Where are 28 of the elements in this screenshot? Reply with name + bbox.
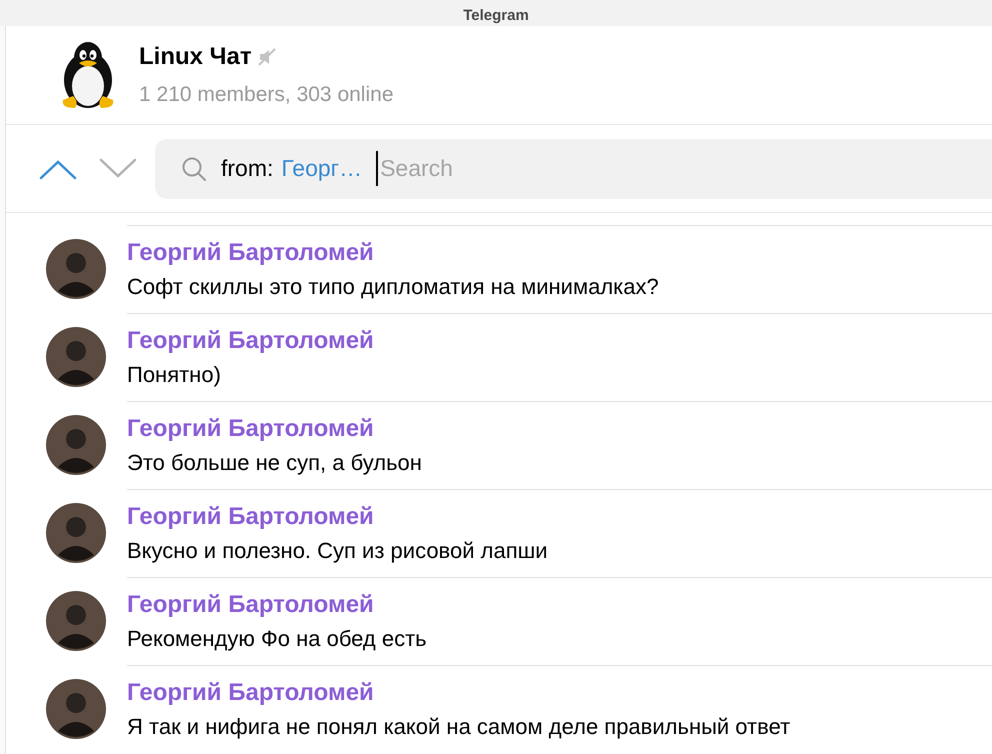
- user-avatar: [46, 503, 106, 563]
- search-field[interactable]: from: Георг… Search: [155, 138, 992, 198]
- message-text: Рекомендую Фо на обед есть: [127, 624, 428, 652]
- user-avatar: [46, 415, 106, 475]
- user-avatar: [46, 327, 106, 387]
- window-title: Telegram: [463, 6, 529, 26]
- search-input[interactable]: Search: [376, 151, 992, 186]
- member-count: 1 210 members, 303 online: [139, 82, 394, 108]
- user-avatar: [46, 679, 106, 739]
- search-icon: [181, 156, 207, 182]
- message-text: Это больше не суп, а бульон: [127, 448, 423, 476]
- chevron-up-icon: [39, 158, 77, 180]
- message-author[interactable]: Георгий Бартоломей: [127, 678, 374, 706]
- message-text: Понятно): [127, 360, 222, 388]
- message-author[interactable]: Георгий Бартоломей: [127, 590, 374, 618]
- message-author[interactable]: Георгий Бартоломей: [127, 326, 374, 354]
- filter-label: from:: [221, 154, 274, 184]
- message-author[interactable]: Георгий Бартоломей: [127, 414, 374, 442]
- user-avatar: [46, 591, 106, 651]
- message-author[interactable]: Георгий Бартоломей: [127, 238, 374, 266]
- chevron-down-icon: [99, 158, 137, 180]
- filter-value[interactable]: Георг…: [281, 151, 362, 186]
- message-text: Вкусно и полезно. Суп из рисовой лапши: [127, 536, 549, 564]
- user-avatar: [46, 239, 106, 299]
- message-author[interactable]: Георгий Бартоломей: [127, 502, 374, 530]
- message-text: Я так и нифига не понял какой на самом деле правильный ответ: [127, 712, 792, 740]
- message-text: Софт скиллы это типо дипломатия на минималках?: [127, 272, 660, 300]
- chat-title: Linux Чат: [139, 42, 252, 72]
